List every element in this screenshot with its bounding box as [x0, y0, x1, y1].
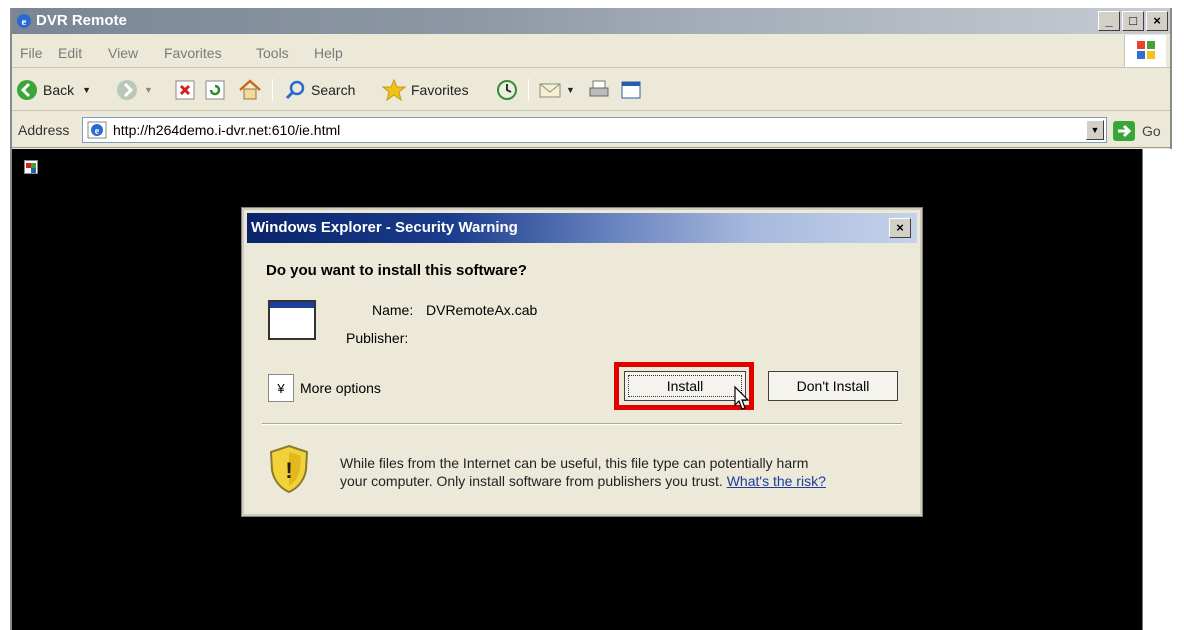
home-icon — [239, 79, 261, 100]
address-bar: Address e http://h264demo.i-dvr.net:610/… — [12, 112, 1170, 148]
close-button[interactable]: × — [1146, 11, 1168, 31]
install-button[interactable]: Install — [624, 371, 746, 401]
title-bar: e DVR Remote _ □ × — [12, 8, 1170, 34]
maximize-button[interactable]: □ — [1122, 11, 1144, 31]
go-label: Go — [1142, 123, 1161, 139]
search-button[interactable]: Search — [284, 78, 355, 102]
menu-view[interactable]: View — [108, 45, 138, 61]
forward-arrow-icon — [117, 80, 137, 100]
dialog-close-button[interactable]: × — [889, 218, 911, 238]
home-button[interactable] — [238, 78, 262, 102]
focus-ring — [628, 375, 742, 397]
star-icon — [382, 79, 406, 101]
svg-text:e: e — [22, 16, 27, 28]
application-window-icon — [268, 300, 316, 340]
whats-the-risk-link[interactable]: What's the risk? — [727, 473, 826, 489]
go-button[interactable]: Go — [1112, 120, 1161, 142]
name-label: Name: — [372, 302, 414, 318]
chevron-down-icon[interactable]: ▼ — [144, 85, 153, 95]
history-button[interactable] — [496, 78, 518, 102]
print-button[interactable] — [588, 78, 610, 102]
search-icon — [285, 80, 305, 100]
mouse-pointer-icon — [734, 385, 750, 410]
go-arrow-icon — [1113, 121, 1135, 141]
scrollbar[interactable] — [1142, 149, 1172, 630]
toolbar-separator — [528, 79, 529, 101]
svg-text:!: ! — [285, 458, 292, 483]
print-icon — [589, 80, 609, 97]
windows-logo-icon — [1124, 35, 1166, 67]
address-dropdown-button[interactable]: ▼ — [1086, 120, 1104, 140]
chevron-down-icon[interactable]: ▼ — [566, 85, 575, 95]
favorites-label: Favorites — [411, 82, 469, 98]
toolbar: Back ▼ ▼ Search Favorites ▼ — [12, 69, 1170, 111]
menu-file[interactable]: File — [20, 45, 43, 61]
mail-button[interactable]: ▼ — [538, 78, 575, 102]
warning-line-2: your computer. Only install software fro… — [340, 473, 723, 489]
stop-icon — [175, 80, 195, 100]
install-question: Do you want to install this software? — [266, 262, 527, 279]
forward-button[interactable]: ▼ — [116, 78, 153, 102]
edit-page-icon — [621, 81, 641, 99]
back-arrow-icon — [17, 80, 37, 100]
svg-text:e: e — [95, 126, 100, 137]
favorites-button[interactable]: Favorites — [382, 78, 469, 102]
menu-help[interactable]: Help — [314, 45, 343, 61]
broken-image-icon — [24, 160, 38, 174]
address-url: http://h264demo.i-dvr.net:610/ie.html — [113, 122, 341, 138]
dont-install-label: Don't Install — [796, 378, 870, 394]
dialog-title: Windows Explorer - Security Warning — [251, 219, 518, 236]
address-input[interactable]: e http://h264demo.i-dvr.net:610/ie.html … — [82, 117, 1107, 143]
more-options-toggle[interactable]: ¥ More options — [268, 374, 381, 402]
ie-icon: e — [17, 14, 31, 28]
toolbar-separator — [272, 79, 273, 101]
menu-bar: File Edit View Favorites Tools Help — [12, 34, 1170, 68]
address-label: Address — [18, 122, 70, 138]
more-options-label: More options — [300, 380, 381, 396]
menu-tools[interactable]: Tools — [256, 45, 289, 61]
refresh-button[interactable] — [204, 78, 226, 102]
back-button[interactable]: Back ▼ — [16, 78, 91, 102]
stop-button[interactable] — [174, 78, 196, 102]
minimize-button[interactable]: _ — [1098, 11, 1120, 31]
chevron-double-down-icon[interactable]: ¥ — [268, 374, 294, 402]
publisher-label: Publisher: — [346, 330, 409, 346]
page-icon: e — [87, 121, 107, 139]
edit-button[interactable] — [620, 78, 642, 102]
warning-shield-icon: ! — [269, 444, 309, 494]
warning-text: While files from the Internet can be use… — [340, 454, 826, 490]
dialog-title-bar: Windows Explorer - Security Warning × — [247, 213, 917, 243]
menu-favorites[interactable]: Favorites — [164, 45, 222, 61]
history-icon — [497, 80, 517, 100]
menu-edit[interactable]: Edit — [58, 45, 82, 61]
security-warning-dialog: Windows Explorer - Security Warning × Do… — [241, 207, 923, 517]
dialog-divider — [262, 423, 902, 425]
name-value: DVRemoteAx.cab — [426, 302, 538, 318]
chevron-down-icon[interactable]: ▼ — [82, 85, 91, 95]
search-label: Search — [311, 82, 356, 98]
mail-icon — [539, 83, 561, 98]
back-label: Back — [43, 82, 75, 98]
refresh-icon — [205, 80, 225, 100]
warning-line-1: While files from the Internet can be use… — [340, 455, 809, 471]
window-title: DVR Remote — [36, 12, 127, 29]
dont-install-button[interactable]: Don't Install — [768, 371, 898, 401]
